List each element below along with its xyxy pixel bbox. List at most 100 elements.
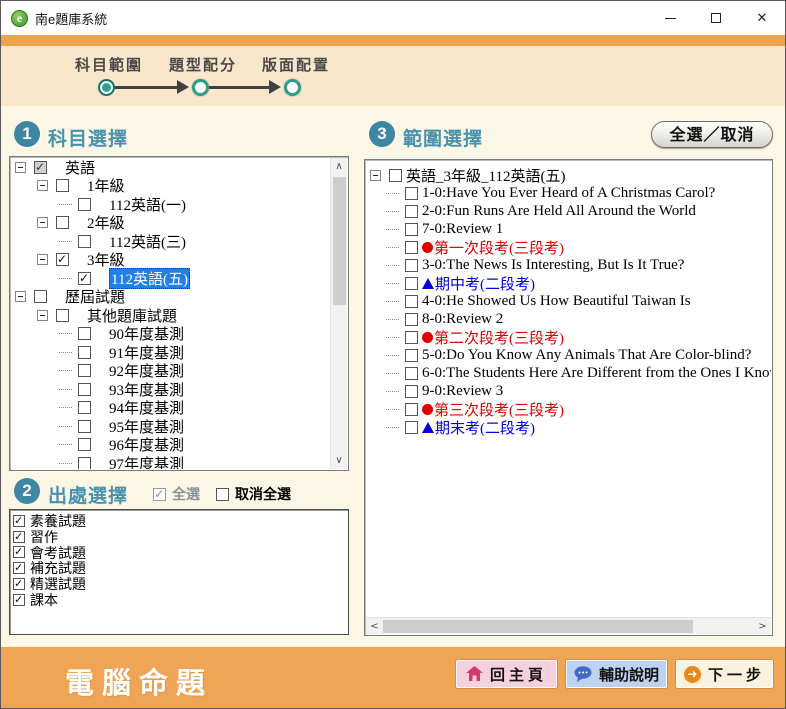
tree-checkbox[interactable] bbox=[405, 331, 418, 344]
tree-item-label[interactable]: 1-0:Have You Ever Heard of A Christmas C… bbox=[422, 185, 715, 202]
source-item-checkbox[interactable] bbox=[13, 562, 25, 574]
tree-checkbox[interactable] bbox=[78, 235, 91, 248]
next-button[interactable]: ➜ 下一步 bbox=[676, 660, 773, 688]
tree-row[interactable]: 7-0:Review 1 bbox=[366, 220, 771, 238]
maximize-button[interactable] bbox=[693, 1, 739, 35]
tree-row[interactable]: 93年度基測 bbox=[11, 380, 330, 399]
tree-checkbox[interactable] bbox=[405, 385, 418, 398]
tree-row[interactable]: 96年度基測 bbox=[11, 436, 330, 455]
scroll-right-icon[interactable]: > bbox=[754, 618, 771, 635]
tree-checkbox[interactable] bbox=[56, 216, 69, 229]
tree-row[interactable]: 第三次段考(三段考) bbox=[366, 400, 771, 418]
tree-checkbox[interactable] bbox=[78, 346, 91, 359]
range-scroll-thumb[interactable] bbox=[383, 620, 693, 633]
tree-checkbox[interactable] bbox=[56, 179, 69, 192]
tree-row[interactable]: 5-0:Do You Know Any Animals That Are Col… bbox=[366, 346, 771, 364]
tree-checkbox[interactable] bbox=[78, 364, 91, 377]
deselect-all-checkbox[interactable]: 取消全選 bbox=[216, 484, 291, 504]
tree-item-label[interactable]: 5-0:Do You Know Any Animals That Are Col… bbox=[422, 347, 751, 364]
tree-row[interactable]: 9-0:Review 3 bbox=[366, 382, 771, 400]
source-item-checkbox[interactable] bbox=[13, 578, 25, 590]
scroll-left-icon[interactable]: < bbox=[366, 618, 383, 635]
tree-row[interactable]: 第二次段考(三段考) bbox=[366, 328, 771, 346]
tree-row[interactable]: 1年級 bbox=[11, 177, 330, 196]
tree-expander-icon[interactable] bbox=[15, 291, 26, 302]
source-item-checkbox[interactable] bbox=[13, 531, 25, 543]
tree-checkbox[interactable] bbox=[78, 457, 91, 469]
tree-expander-icon[interactable] bbox=[370, 170, 381, 181]
tree-expander-icon[interactable] bbox=[15, 162, 26, 173]
step-circle-2[interactable] bbox=[192, 79, 209, 96]
tree-item-label[interactable]: 3-0:The News Is Interesting, But Is It T… bbox=[422, 257, 684, 274]
tree-row[interactable]: 英語_3年級_112英語(五) bbox=[366, 166, 771, 184]
subject-scroll-thumb[interactable] bbox=[333, 177, 346, 305]
tree-row[interactable]: 94年度基測 bbox=[11, 399, 330, 418]
tree-row[interactable]: 90年度基測 bbox=[11, 325, 330, 344]
tree-checkbox[interactable] bbox=[389, 169, 402, 182]
scroll-down-icon[interactable]: ∨ bbox=[331, 452, 348, 469]
tree-checkbox[interactable] bbox=[405, 403, 418, 416]
tree-row[interactable]: 期中考(二段考) bbox=[366, 274, 771, 292]
source-item-checkbox[interactable] bbox=[13, 594, 25, 606]
help-button[interactable]: 輔助說明 bbox=[566, 660, 667, 688]
tree-row[interactable]: 第一次段考(三段考) bbox=[366, 238, 771, 256]
tree-row[interactable]: 95年度基測 bbox=[11, 417, 330, 436]
select-all-checkbox[interactable]: 全選 bbox=[153, 484, 200, 504]
tree-checkbox[interactable] bbox=[78, 272, 91, 285]
tree-checkbox[interactable] bbox=[405, 421, 418, 434]
tree-item-label[interactable]: 第一次段考(三段考) bbox=[434, 237, 564, 258]
tree-checkbox[interactable] bbox=[405, 367, 418, 380]
tree-item-label[interactable]: 8-0:Review 2 bbox=[422, 311, 503, 328]
tree-row[interactable]: 3-0:The News Is Interesting, But Is It T… bbox=[366, 256, 771, 274]
select-all-toggle-button[interactable]: 全選／取消 bbox=[651, 121, 773, 148]
tree-row[interactable]: 期末考(二段考) bbox=[366, 418, 771, 436]
step-circle-3[interactable] bbox=[284, 79, 301, 96]
tree-row[interactable]: 3年級 bbox=[11, 251, 330, 270]
tree-item-label[interactable]: 7-0:Review 1 bbox=[422, 221, 503, 238]
tree-checkbox[interactable] bbox=[405, 349, 418, 362]
list-item[interactable]: 素養試題 bbox=[10, 513, 348, 529]
subject-tree-vertical-scrollbar[interactable]: ∧ ∨ bbox=[330, 158, 347, 469]
list-item[interactable]: 課本 bbox=[10, 592, 348, 608]
tree-row[interactable]: 2年級 bbox=[11, 214, 330, 233]
tree-row[interactable]: 其他題庫試題 bbox=[11, 306, 330, 325]
tree-checkbox[interactable] bbox=[405, 223, 418, 236]
tree-checkbox[interactable] bbox=[78, 198, 91, 211]
close-button[interactable]: ✕ bbox=[739, 1, 785, 35]
tree-expander-icon[interactable] bbox=[37, 310, 48, 321]
list-item[interactable]: 精選試題 bbox=[10, 576, 348, 592]
tree-checkbox[interactable] bbox=[34, 161, 47, 174]
tree-row[interactable]: 英語 bbox=[11, 158, 330, 177]
tree-row[interactable]: 1-0:Have You Ever Heard of A Christmas C… bbox=[366, 184, 771, 202]
tree-row[interactable]: 112英語(五) bbox=[11, 269, 330, 288]
tree-row[interactable]: 6-0:The Students Here Are Different from… bbox=[366, 364, 771, 382]
step-circle-1-active[interactable] bbox=[98, 79, 115, 96]
tree-item-label[interactable]: 第二次段考(三段考) bbox=[434, 327, 564, 348]
tree-checkbox[interactable] bbox=[78, 383, 91, 396]
scroll-up-icon[interactable]: ∧ bbox=[331, 158, 348, 175]
tree-item-label[interactable]: 4-0:He Showed Us How Beautiful Taiwan Is bbox=[422, 293, 691, 310]
tree-row[interactable]: 歷屆試題 bbox=[11, 288, 330, 307]
range-tree-horizontal-scrollbar[interactable]: < > bbox=[366, 617, 771, 634]
tree-checkbox[interactable] bbox=[405, 187, 418, 200]
tree-item-label[interactable]: 2-0:Fun Runs Are Held All Around the Wor… bbox=[422, 203, 696, 220]
tree-item-label[interactable]: 期中考(二段考) bbox=[435, 273, 535, 294]
tree-item-label[interactable]: 6-0:The Students Here Are Different from… bbox=[422, 365, 771, 382]
tree-checkbox[interactable] bbox=[405, 205, 418, 218]
tree-checkbox[interactable] bbox=[78, 420, 91, 433]
tree-item-label[interactable]: 期末考(二段考) bbox=[435, 417, 535, 438]
tree-row[interactable]: 2-0:Fun Runs Are Held All Around the Wor… bbox=[366, 202, 771, 220]
tree-expander-icon[interactable] bbox=[37, 254, 48, 265]
tree-checkbox[interactable] bbox=[405, 277, 418, 290]
source-item-checkbox[interactable] bbox=[13, 515, 25, 527]
tree-checkbox[interactable] bbox=[78, 438, 91, 451]
minimize-button[interactable] bbox=[647, 1, 693, 35]
tree-checkbox[interactable] bbox=[78, 327, 91, 340]
tree-expander-icon[interactable] bbox=[37, 180, 48, 191]
tree-checkbox[interactable] bbox=[405, 295, 418, 308]
tree-checkbox[interactable] bbox=[34, 290, 47, 303]
tree-checkbox[interactable] bbox=[405, 313, 418, 326]
tree-row[interactable]: 97年度基測 bbox=[11, 454, 330, 469]
tree-row[interactable]: 112英語(三) bbox=[11, 232, 330, 251]
tree-row[interactable]: 4-0:He Showed Us How Beautiful Taiwan Is bbox=[366, 292, 771, 310]
